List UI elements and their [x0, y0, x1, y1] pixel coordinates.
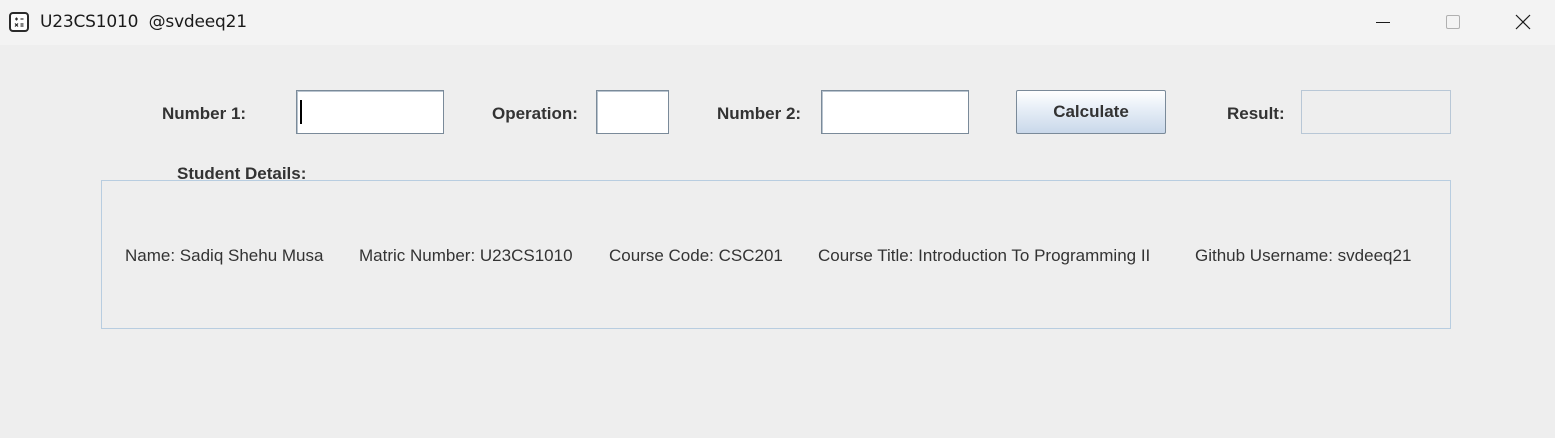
title-bar: U23CS1010 @svdeeq21: [0, 0, 1555, 45]
operation-input[interactable]: [596, 90, 669, 134]
number2-label: Number 2:: [717, 104, 802, 123]
text-caret: [300, 100, 302, 124]
course-title: Course Title: Introduction To Programmin…: [818, 246, 1151, 265]
number2-input[interactable]: [821, 90, 969, 134]
operation-label: Operation:: [492, 104, 578, 123]
student-details-heading: Student Details:: [177, 164, 307, 183]
student-name: Name: Sadiq Shehu Musa: [125, 246, 324, 265]
number1-input[interactable]: [296, 90, 444, 134]
close-button[interactable]: [1488, 0, 1555, 45]
number1-label: Number 1:: [162, 104, 247, 123]
result-field: [1301, 90, 1451, 134]
maximize-button[interactable]: [1418, 0, 1488, 45]
window-title: U23CS1010 @svdeeq21: [40, 12, 247, 32]
github-username: Github Username: svdeeq21: [1195, 246, 1412, 265]
close-icon: [1515, 14, 1531, 30]
calculate-button[interactable]: Calculate: [1016, 90, 1166, 134]
matric-number: Matric Number: U23CS1010: [359, 246, 573, 265]
course-code: Course Code: CSC201: [609, 246, 783, 265]
calculator-icon: [9, 12, 29, 32]
minimize-icon: [1376, 22, 1390, 23]
minimize-button[interactable]: [1348, 0, 1418, 45]
result-label: Result:: [1227, 104, 1285, 123]
maximize-icon: [1446, 15, 1460, 29]
